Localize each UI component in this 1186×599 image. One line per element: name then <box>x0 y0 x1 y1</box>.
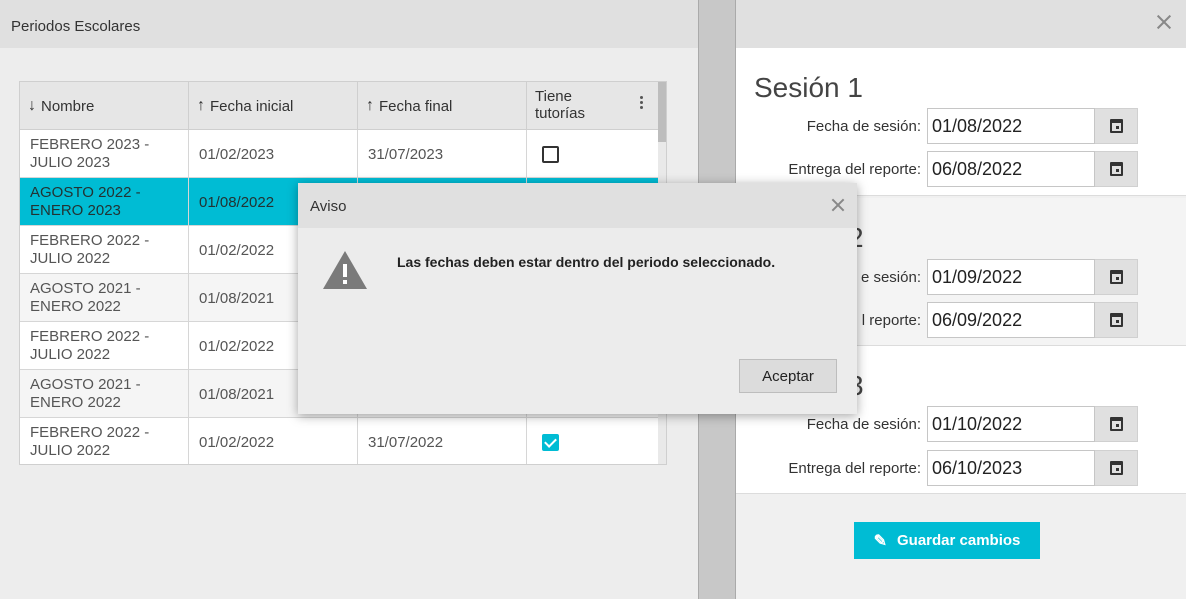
checkbox-checked[interactable] <box>542 433 559 451</box>
calendar-icon <box>1110 119 1123 133</box>
report-date-label: Entrega del reporte: <box>788 161 921 178</box>
sessions-header <box>736 0 1186 48</box>
period-name-line2: JULIO 2023 <box>30 154 111 171</box>
column-menu-icon[interactable] <box>640 96 644 112</box>
period-name-line1: FEBRERO 2022 - <box>30 232 150 249</box>
period-name-line1: FEBRERO 2023 - <box>30 136 150 153</box>
period-name-line2: ENERO 2022 <box>30 394 121 411</box>
column-header-start[interactable]: ↑ Fecha inicial <box>189 82 358 130</box>
close-icon[interactable] <box>1156 14 1172 30</box>
checkbox-unchecked[interactable] <box>542 145 559 163</box>
calendar-button[interactable] <box>1095 302 1138 338</box>
warning-icon <box>323 251 367 289</box>
cell-name: FEBRERO 2022 - JULIO 2022 <box>20 226 189 274</box>
period-name-line1: AGOSTO 2021 - <box>30 280 141 297</box>
session-date-label: e sesión: <box>860 269 921 286</box>
save-changes-button[interactable]: ✎ Guardar cambios <box>854 522 1040 559</box>
cell-name: FEBRERO 2022 - JULIO 2022 <box>20 418 189 464</box>
cell-tutorias <box>527 130 658 178</box>
session-date-input[interactable]: 01/09/2022 <box>927 259 1095 295</box>
grid-scrollbar-thumb[interactable] <box>658 82 666 142</box>
periods-title: Periodos Escolares <box>11 18 141 35</box>
cell-end-date: 31/07/2023 <box>358 130 527 178</box>
table-row[interactable]: FEBRERO 2022 - JULIO 2022 01/02/2022 31/07/… <box>20 418 658 464</box>
column-header-name[interactable]: ↓ Nombre <box>20 82 189 130</box>
report-date-label: l reporte: <box>861 312 921 329</box>
calendar-button[interactable] <box>1095 151 1138 187</box>
sort-asc-icon: ↑ <box>197 97 205 114</box>
calendar-icon <box>1110 270 1123 284</box>
dialog-header: Aviso <box>298 183 857 228</box>
session-date-label: Fecha de sesión: <box>806 118 921 135</box>
calendar-button[interactable] <box>1095 259 1138 295</box>
calendar-button[interactable] <box>1095 406 1138 442</box>
cell-name: FEBRERO 2023 - JULIO 2023 <box>20 130 189 178</box>
calendar-button[interactable] <box>1095 108 1138 144</box>
cell-end-date: 31/07/2022 <box>358 418 527 464</box>
sort-asc-icon: ↑ <box>366 97 374 114</box>
cell-start-date: 01/02/2023 <box>189 130 358 178</box>
period-name-line1: FEBRERO 2022 - <box>30 424 150 441</box>
session-block: Sesión 1 Fecha de sesión: 01/08/2022 Ent… <box>736 48 1186 196</box>
calendar-icon <box>1110 162 1123 176</box>
close-icon[interactable] <box>831 198 845 212</box>
cell-name: FEBRERO 2022 - JULIO 2022 <box>20 322 189 370</box>
grid-header: ↓ Nombre ↑ Fecha inicial ↑ Fecha final T… <box>20 82 666 130</box>
column-end-label: Fecha final <box>379 97 453 115</box>
period-name-line2: JULIO 2022 <box>30 442 111 459</box>
column-header-end[interactable]: ↑ Fecha final <box>358 82 527 130</box>
period-name-line2: JULIO 2022 <box>30 346 111 363</box>
sort-desc-icon: ↓ <box>28 97 36 114</box>
calendar-button[interactable] <box>1095 450 1138 486</box>
column-name-label: Nombre <box>41 97 95 115</box>
save-changes-label: Guardar cambios <box>897 532 1021 549</box>
report-date-row: Entrega del reporte: 06/10/2023 <box>736 450 1186 486</box>
report-date-row: Entrega del reporte: 06/08/2022 <box>736 151 1186 187</box>
cell-name: AGOSTO 2022 - ENERO 2023 <box>20 178 189 226</box>
column-header-tutorias[interactable]: Tiene tutorías <box>527 82 658 130</box>
session-date-row: Fecha de sesión: 01/08/2022 <box>736 108 1186 144</box>
period-name-line1: FEBRERO 2022 - <box>30 328 150 345</box>
cell-name: AGOSTO 2021 - ENERO 2022 <box>20 370 189 418</box>
period-name-line2: ENERO 2023 <box>30 202 121 219</box>
cell-start-date: 01/02/2022 <box>189 418 358 464</box>
accept-button[interactable]: Aceptar <box>739 359 837 393</box>
session-title: Sesión 1 <box>754 72 863 103</box>
report-date-label: Entrega del reporte: <box>788 460 921 477</box>
calendar-icon <box>1110 313 1123 327</box>
period-name-line1: AGOSTO 2021 - <box>30 376 141 393</box>
cell-tutorias <box>527 418 658 464</box>
dialog-message: Las fechas deben estar dentro del period… <box>397 254 776 270</box>
period-name-line2: JULIO 2022 <box>30 250 111 267</box>
calendar-icon <box>1110 461 1123 475</box>
pencil-icon: ✎ <box>873 532 887 550</box>
cell-name: AGOSTO 2021 - ENERO 2022 <box>20 274 189 322</box>
warning-dialog: Aviso Las fechas deben estar dentro del … <box>298 183 857 414</box>
report-date-input[interactable]: 06/10/2023 <box>927 450 1095 486</box>
periods-header: Periodos Escolares <box>0 0 698 48</box>
session-date-input[interactable]: 01/08/2022 <box>927 108 1095 144</box>
dialog-title: Aviso <box>310 198 347 215</box>
session-date-label: Fecha de sesión: <box>806 416 921 433</box>
table-row[interactable]: FEBRERO 2023 - JULIO 2023 01/02/2023 31/07/… <box>20 130 658 178</box>
session-date-input[interactable]: 01/10/2022 <box>927 406 1095 442</box>
report-date-input[interactable]: 06/08/2022 <box>927 151 1095 187</box>
period-name-line1: AGOSTO 2022 - <box>30 184 141 201</box>
report-date-input[interactable]: 06/09/2022 <box>927 302 1095 338</box>
calendar-icon <box>1110 417 1123 431</box>
period-name-line2: ENERO 2022 <box>30 298 121 315</box>
column-start-label: Fecha inicial <box>210 97 294 115</box>
